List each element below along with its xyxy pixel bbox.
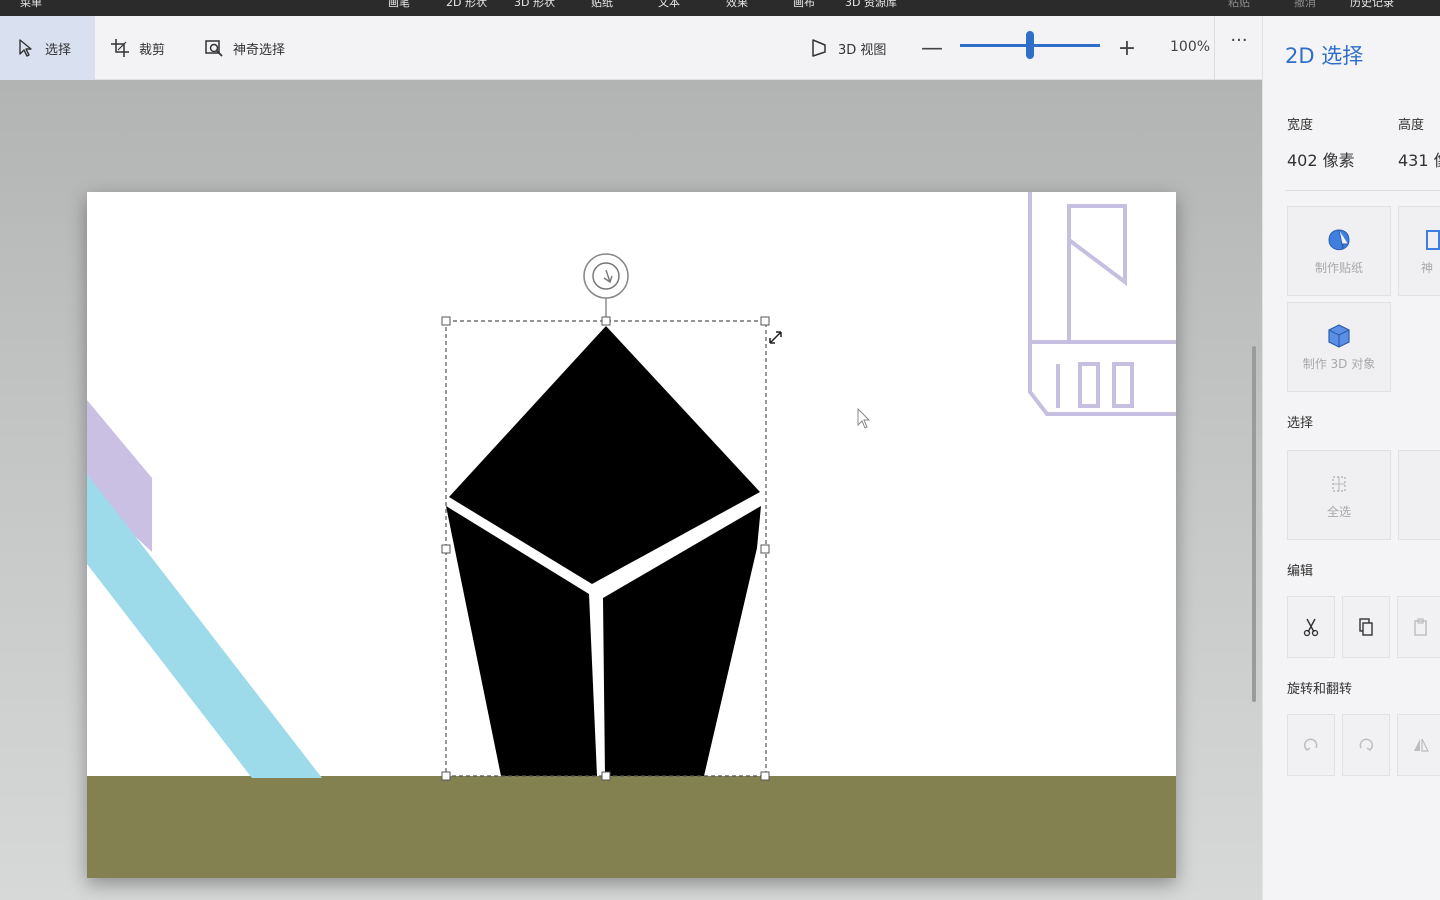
- crop-button[interactable]: 裁剪: [96, 16, 179, 80]
- make-3d-label: 制作 3D 对象: [1302, 356, 1376, 371]
- view-3d-label: 3D 视图: [838, 42, 887, 58]
- zoom-out-button[interactable]: —: [918, 34, 946, 62]
- cube-icon: [1328, 323, 1350, 348]
- height-field[interactable]: 431 像: [1398, 147, 1440, 171]
- tab-3d-library[interactable]: 3D 资源库: [845, 0, 897, 10]
- minus-icon: —: [921, 35, 943, 61]
- tab-effects[interactable]: 效果: [726, 0, 748, 10]
- properties-panel: 2D 选择 宽度 高度 402 像素 431 像 制作贴纸 神 制作 3D 对象…: [1262, 16, 1440, 900]
- plus-icon: +: [1117, 35, 1137, 61]
- cut-icon: [1303, 618, 1319, 637]
- magic-select-label: 神奇选择: [233, 42, 286, 58]
- magic-partial-label: 神: [1421, 260, 1434, 275]
- select-button[interactable]: 选择: [0, 16, 95, 80]
- copy-button[interactable]: [1342, 596, 1390, 658]
- select-label: 选择: [45, 42, 72, 58]
- zoom-value: 100%: [1170, 39, 1211, 55]
- view-3d-button[interactable]: 3D 视图: [795, 16, 900, 80]
- crop-label: 裁剪: [139, 42, 166, 58]
- tab-canvas[interactable]: 画布: [793, 0, 815, 10]
- edit-section-title: 编辑: [1287, 564, 1314, 579]
- view-3d-icon: [812, 39, 826, 57]
- vertical-scrollbar[interactable]: [1252, 346, 1256, 702]
- magic-select-button[interactable]: 神奇选择: [190, 16, 299, 80]
- undo-menu-button[interactable]: 撤消: [1294, 0, 1316, 10]
- select-all-label: 全选: [1326, 504, 1351, 519]
- paste-icon: [1414, 618, 1427, 636]
- tab-stickers[interactable]: 贴纸: [591, 0, 613, 10]
- menu-button[interactable]: 菜单: [20, 0, 42, 10]
- drawing-canvas[interactable]: [87, 192, 1176, 878]
- cut-button[interactable]: [1287, 596, 1335, 658]
- tab-2d-shapes[interactable]: 2D 形状: [446, 0, 487, 10]
- building-outline: [1028, 192, 1176, 416]
- rotate-left-button[interactable]: [1287, 714, 1335, 776]
- resize-cursor-icon: [769, 331, 782, 344]
- magic-select-icon: [205, 40, 223, 57]
- tab-text[interactable]: 文本: [658, 0, 680, 10]
- ground-strip: [87, 776, 1176, 878]
- toolbar-divider: [1214, 16, 1215, 80]
- flip-button[interactable]: [1397, 714, 1440, 776]
- make-sticker-button[interactable]: 制作贴纸: [1287, 206, 1391, 296]
- magic-partial-button[interactable]: 神: [1398, 206, 1440, 296]
- zoom-slider-thumb[interactable]: [1026, 31, 1034, 59]
- rotate-right-button[interactable]: [1342, 714, 1390, 776]
- black-gem-shape[interactable]: [446, 326, 761, 776]
- magic-icon: [1426, 229, 1440, 250]
- mouse-pointer-icon: [857, 407, 871, 429]
- flip-icon: [1414, 738, 1429, 752]
- crop-icon: [111, 39, 129, 57]
- width-label: 宽度: [1287, 118, 1314, 133]
- panel-title: 2D 选择: [1285, 44, 1364, 68]
- rotate-right-icon: [1359, 738, 1374, 751]
- top-menu-bar: 菜单 画笔 2D 形状 3D 形状 贴纸 文本 效果 画布 3D 资源库 粘贴 …: [0, 0, 1440, 16]
- rotate-left-icon: [1303, 738, 1318, 751]
- panel-divider: [1285, 190, 1440, 191]
- more-icon: ···: [1230, 30, 1248, 51]
- sticker-icon: [1328, 228, 1350, 250]
- tab-brushes[interactable]: 画笔: [388, 0, 410, 10]
- toolbar: 选择 裁剪 神奇选择 3D 视图 — +: [0, 16, 1262, 80]
- select-all-button[interactable]: 全选: [1287, 450, 1391, 540]
- copy-icon: [1359, 618, 1373, 636]
- rotate-handle-icon[interactable]: [583, 253, 629, 299]
- make-sticker-label: 制作贴纸: [1314, 260, 1363, 275]
- cursor-icon: [19, 39, 32, 57]
- width-field[interactable]: 402 像素: [1287, 147, 1355, 171]
- height-label: 高度: [1398, 118, 1425, 133]
- select-section-title: 选择: [1287, 416, 1314, 431]
- more-button[interactable]: ···: [1222, 30, 1256, 58]
- rotate-section-title: 旋转和翻转: [1287, 682, 1353, 697]
- zoom-in-button[interactable]: +: [1113, 34, 1141, 62]
- invert-select-button[interactable]: [1398, 450, 1440, 540]
- history-menu-button[interactable]: 历史记录: [1350, 0, 1394, 10]
- tab-3d-shapes[interactable]: 3D 形状: [514, 0, 555, 10]
- select-all-icon: [1332, 475, 1346, 492]
- make-3d-button[interactable]: 制作 3D 对象: [1287, 302, 1391, 392]
- paste-menu-button[interactable]: 粘贴: [1228, 0, 1250, 10]
- paste-button[interactable]: [1397, 596, 1440, 658]
